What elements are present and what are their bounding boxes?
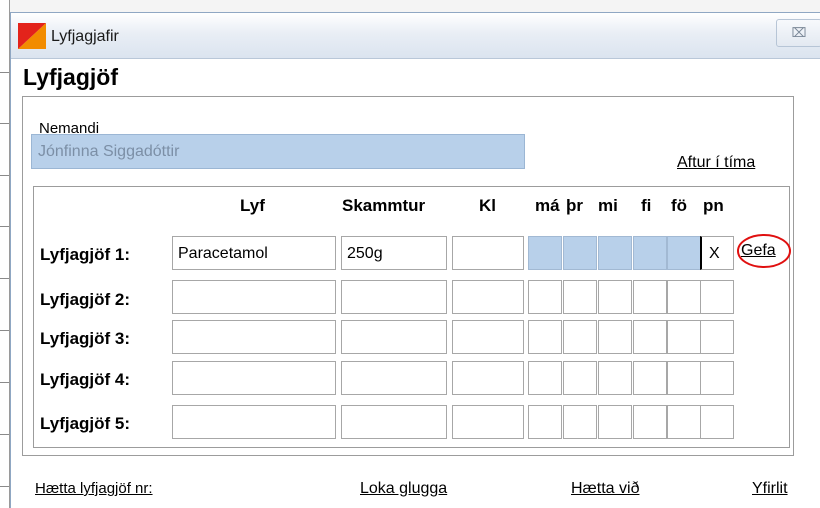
row-label: Lyfjagjöf 5: xyxy=(40,414,131,433)
time-field[interactable] xyxy=(452,405,524,439)
day-cell-thu[interactable] xyxy=(633,361,667,395)
background-tick xyxy=(0,486,9,487)
header-day-sun: pn xyxy=(703,196,724,215)
overview-link[interactable]: Yfirlit xyxy=(752,480,788,498)
close-window-link[interactable]: Loka glugga xyxy=(360,480,447,498)
app-logo-icon xyxy=(18,23,46,49)
title-bar[interactable]: Lyfjagjafir ⌧ xyxy=(11,13,820,59)
day-cell-fri[interactable] xyxy=(667,236,701,270)
row-label: Lyfjagjöf 4: xyxy=(40,370,131,389)
background-tick xyxy=(0,330,9,331)
time-field[interactable] xyxy=(452,320,524,354)
header-dose: Skammtur xyxy=(342,196,426,215)
time-field[interactable] xyxy=(452,361,524,395)
window-title: Lyfjagjafir xyxy=(51,28,119,45)
header-day-wed: mi xyxy=(598,196,618,215)
day-cell-tue[interactable] xyxy=(563,320,597,354)
close-button[interactable]: ⌧ xyxy=(776,19,820,47)
day-cell-wed[interactable] xyxy=(598,320,632,354)
day-cell-thu[interactable] xyxy=(633,405,667,439)
day-cell-wed[interactable] xyxy=(598,236,632,270)
day-cell-wed[interactable] xyxy=(598,405,632,439)
page-title: Lyfjagjöf xyxy=(23,64,118,90)
day-cell-mon[interactable] xyxy=(528,405,562,439)
student-field[interactable]: Jónfinna Siggadóttir xyxy=(31,134,525,169)
background-tick xyxy=(0,382,9,383)
day-cell-thu[interactable] xyxy=(633,236,667,270)
header-drug: Lyf xyxy=(240,196,265,215)
day-cell-wed[interactable] xyxy=(598,280,632,314)
annotation-circle xyxy=(737,234,791,268)
header-day-thu: fi xyxy=(641,196,652,215)
dose-field[interactable] xyxy=(341,320,447,354)
day-cell-tue[interactable] xyxy=(563,405,597,439)
day-cell-sun[interactable] xyxy=(700,320,734,354)
dose-field[interactable] xyxy=(341,405,447,439)
background-app-edge xyxy=(0,0,10,508)
day-cell-mon[interactable] xyxy=(528,320,562,354)
drug-field[interactable]: Paracetamol xyxy=(172,236,336,270)
header-day-mon: má xyxy=(535,196,560,215)
day-cell-thu[interactable] xyxy=(633,280,667,314)
dose-field[interactable] xyxy=(341,361,447,395)
day-cell-fri[interactable] xyxy=(667,280,701,314)
header-day-fri: fö xyxy=(671,196,688,215)
day-cell-mon[interactable] xyxy=(528,236,562,270)
drug-field[interactable] xyxy=(172,361,336,395)
dose-field[interactable] xyxy=(341,280,447,314)
day-cell-tue[interactable] xyxy=(563,280,597,314)
background-app-strip xyxy=(0,0,820,12)
day-cell-wed[interactable] xyxy=(598,361,632,395)
time-field[interactable] xyxy=(452,280,524,314)
row-label: Lyfjagjöf 1: xyxy=(40,245,131,264)
background-tick xyxy=(0,278,9,279)
background-tick xyxy=(0,226,9,227)
day-cell-fri[interactable] xyxy=(667,361,701,395)
header-day-tue: þr xyxy=(566,196,583,215)
back-to-class-link[interactable]: Aftur í tíma xyxy=(677,154,755,172)
time-field[interactable] xyxy=(452,236,524,270)
background-tick xyxy=(0,434,9,435)
row-label: Lyfjagjöf 3: xyxy=(40,329,131,348)
background-tick xyxy=(0,123,9,124)
day-cell-sun[interactable]: X xyxy=(700,236,734,270)
day-cell-tue[interactable] xyxy=(563,361,597,395)
day-cell-mon[interactable] xyxy=(528,361,562,395)
day-cell-sun[interactable] xyxy=(700,361,734,395)
drug-field[interactable] xyxy=(172,280,336,314)
day-cell-fri[interactable] xyxy=(667,405,701,439)
background-tick xyxy=(0,175,9,176)
close-icon: ⌧ xyxy=(791,25,807,40)
cancel-link[interactable]: Hætta við xyxy=(571,480,639,498)
drug-field[interactable] xyxy=(172,405,336,439)
stop-medication-link[interactable]: Hætta lyfjagjöf nr: xyxy=(35,480,153,497)
day-cell-sun[interactable] xyxy=(700,405,734,439)
day-cell-tue[interactable] xyxy=(563,236,597,270)
dose-field[interactable]: 250g xyxy=(341,236,447,270)
day-cell-fri[interactable] xyxy=(667,320,701,354)
drug-field[interactable] xyxy=(172,320,336,354)
day-cell-thu[interactable] xyxy=(633,320,667,354)
header-time: Kl xyxy=(479,196,496,215)
day-cell-sun[interactable] xyxy=(700,280,734,314)
row-label: Lyfjagjöf 2: xyxy=(40,290,131,309)
background-tick xyxy=(0,72,9,73)
day-cell-mon[interactable] xyxy=(528,280,562,314)
